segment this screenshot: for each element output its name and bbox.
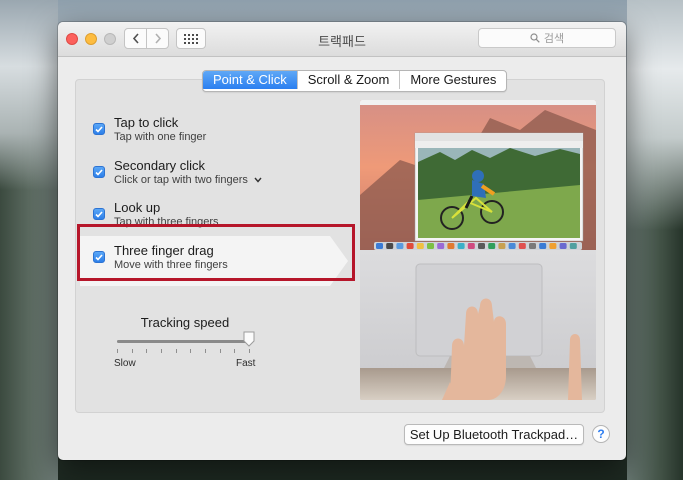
dock-icon [457,243,465,249]
option-subtitle: Move with three fingers [114,259,228,271]
option-look-up[interactable]: Look up Tap with three fingers [76,195,356,235]
tab-scroll-zoom[interactable]: Scroll & Zoom [296,71,400,89]
search-placeholder: 검색 [543,33,565,45]
window-title: 트랙패드 [318,34,366,49]
dock-icon [569,243,577,249]
preview-illustration [360,100,596,400]
dock-icon [386,243,394,249]
option-title: Look up [114,200,161,215]
close-button[interactable] [66,33,78,45]
chevron-down-icon [254,175,262,186]
slider-max-label: Fast [236,358,256,369]
option-three-finger-drag[interactable]: Three finger drag Move with three finger… [76,236,356,286]
slider-tick [205,349,206,353]
slider-tick [146,349,147,353]
show-all-button[interactable] [176,28,206,49]
option-title: Three finger drag [114,243,214,258]
checkmark-icon [95,168,103,176]
dock-icon [437,243,445,249]
three-finger-drag-checkbox[interactable] [93,251,105,263]
slider-tick [117,349,118,353]
dock-icon [447,243,455,249]
slider-tick [220,349,221,353]
checkmark-icon [95,253,103,261]
tracking-speed-label: Tracking speed [140,315,230,330]
minimize-button[interactable] [85,33,97,45]
dock-icon [518,243,526,249]
dock-icon [396,243,404,249]
dock-icon [498,243,506,249]
setup-bluetooth-trackpad-button[interactable]: Set Up Bluetooth Trackpad… [404,424,584,445]
option-title: Secondary click [114,158,206,173]
option-secondary-click[interactable]: Secondary click Click or tap with two fi… [76,153,356,193]
dock-icon [376,243,383,249]
back-button[interactable] [125,29,146,48]
dock-icon [416,243,424,249]
look-up-checkbox[interactable] [93,208,105,220]
slider-tick [132,349,133,353]
gesture-preview-video [360,100,596,400]
back-forward-buttons [124,28,169,49]
search-icon [530,33,540,43]
trackpad-preferences-window: 트랙패드 검색 Tap to click Tap with one finger… [58,22,626,460]
dock-icon [539,243,547,249]
option-title: Tap to click [114,115,179,130]
slider-knob[interactable] [243,331,255,347]
slider-tick [234,349,235,353]
option-subtitle: Tap with one finger [114,131,207,143]
secondary-click-checkbox[interactable] [93,166,105,178]
dock-icon [529,243,536,249]
segmented-tabs: Point & Click Scroll & Zoom More Gesture… [202,70,508,92]
checkmark-icon [95,125,103,133]
slider-min-label: Slow [114,358,136,369]
slider-fill [117,340,249,343]
desktop-wallpaper-right [627,0,683,480]
dock-icon [427,243,434,249]
zoom-button[interactable] [104,33,116,45]
checkmark-icon [95,210,103,218]
tab-point-click[interactable]: Point & Click [203,71,297,89]
dock-icon [406,243,414,249]
forward-button[interactable] [146,29,168,48]
settings-panel: Tap to click Tap with one finger Seconda… [75,79,605,413]
slider-tick [249,349,250,353]
slider-tick [190,349,191,353]
slider-tick [161,349,162,353]
tap-to-click-checkbox[interactable] [93,123,105,135]
tracking-speed-slider[interactable] [117,340,249,343]
dock-icon [478,243,485,249]
chevron-right-icon [154,33,161,44]
dock-icon [549,243,557,249]
dock-icon [559,243,567,249]
search-field[interactable]: 검색 [478,28,616,48]
dock-icon [508,243,516,249]
title-bar: 트랙패드 검색 [58,22,626,57]
tab-more-gestures[interactable]: More Gestures [399,71,506,89]
option-subtitle-dropdown[interactable]: Click or tap with two fingers [114,174,262,186]
dock-icon [488,243,496,249]
option-subtitle: Tap with three fingers [114,216,219,228]
slider-tick [176,349,177,353]
chevron-left-icon [132,33,139,44]
option-tap-to-click[interactable]: Tap to click Tap with one finger [76,110,356,150]
dock-icon [467,243,475,249]
help-button[interactable]: ? [592,425,610,443]
grid-icon [184,33,198,44]
option-subtitle: Click or tap with two fingers [114,174,248,186]
desktop-wallpaper-left [0,0,58,480]
